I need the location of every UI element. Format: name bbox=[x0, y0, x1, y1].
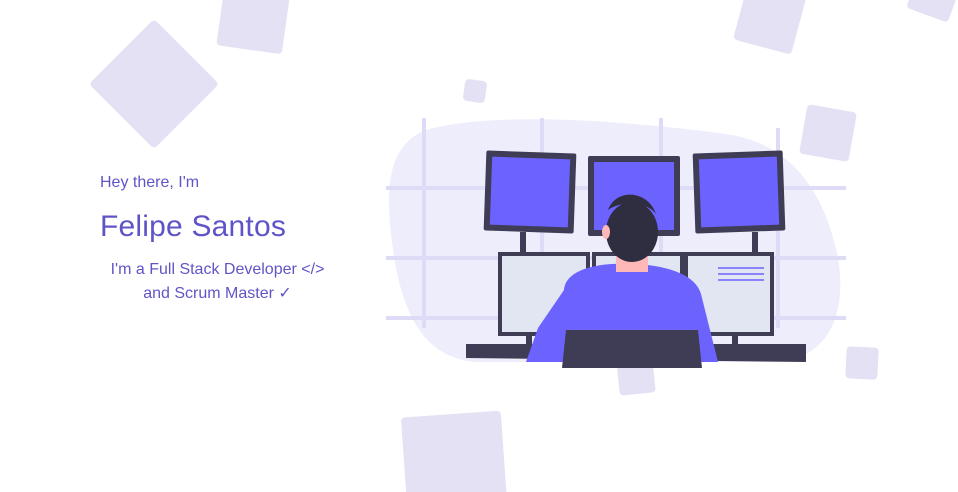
decorative-square bbox=[88, 18, 220, 150]
developer-at-monitors-illustration bbox=[386, 118, 846, 368]
decorative-square bbox=[845, 346, 879, 380]
decorative-square bbox=[732, 0, 808, 55]
chair bbox=[562, 330, 702, 368]
role-text: I'm a Full Stack Developer </> and Scrum… bbox=[100, 258, 335, 306]
greeting-text: Hey there, I'm bbox=[100, 174, 200, 191]
decorative-square bbox=[906, 0, 958, 23]
role-line-1: I'm a Full Stack Developer </> bbox=[110, 261, 325, 278]
role-line-2: and Scrum Master ✓ bbox=[143, 285, 292, 302]
decorative-square bbox=[216, 0, 290, 55]
name-heading: Felipe Santos bbox=[100, 210, 287, 243]
decorative-square bbox=[400, 410, 508, 492]
decorative-square bbox=[462, 78, 488, 104]
hero-intro: Hey there, I'm Felipe Santos I'm a Full … bbox=[100, 172, 400, 306]
hero-page: Hey there, I'm Felipe Santos I'm a Full … bbox=[0, 0, 958, 492]
